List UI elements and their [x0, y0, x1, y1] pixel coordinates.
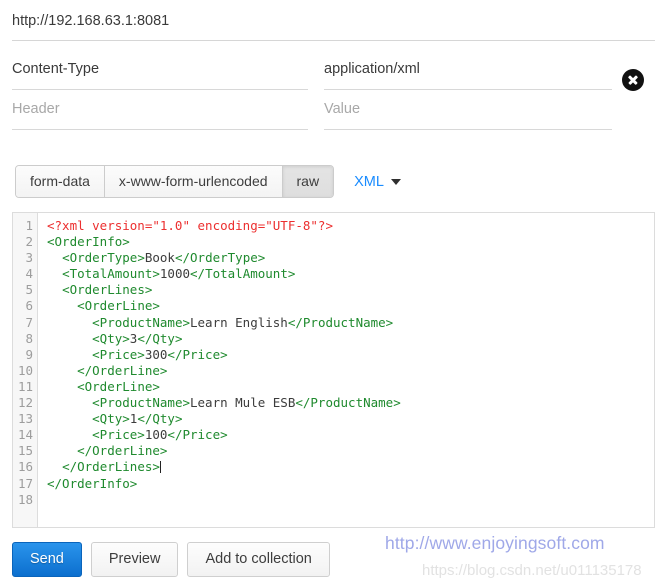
body-type-toolbar: form-data x-www-form-urlencoded raw XML [15, 165, 401, 198]
code-line: <?xml version="1.0" encoding="UTF-8"?> [47, 218, 654, 234]
code-line: <OrderLines> [47, 282, 654, 298]
close-circle-icon[interactable] [622, 69, 644, 91]
line-number: 3 [13, 250, 33, 266]
url-bar[interactable]: http://192.168.63.1:8081 [12, 8, 655, 38]
language-dropdown[interactable]: XML [354, 174, 401, 190]
url-divider [12, 40, 655, 41]
url-input-value[interactable]: http://192.168.63.1:8081 [12, 8, 655, 34]
line-number: 11 [13, 379, 33, 395]
code-line: </OrderLine> [47, 363, 654, 379]
code-line: <Qty>3</Qty> [47, 331, 654, 347]
header-value-field-1[interactable]: application/xml [324, 52, 612, 90]
code-line: <OrderInfo> [47, 234, 654, 250]
send-button[interactable]: Send [12, 542, 82, 577]
editor-gutter: 123456789101112131415161718 [13, 213, 38, 527]
code-line: <ProductName>Learn English</ProductName> [47, 315, 654, 331]
line-number: 1 [13, 218, 33, 234]
line-number: 2 [13, 234, 33, 250]
line-number: 8 [13, 331, 33, 347]
code-line: <TotalAmount>1000</TotalAmount> [47, 266, 654, 282]
code-line: </OrderLines> [47, 459, 654, 475]
code-line: <OrderLine> [47, 379, 654, 395]
code-line: <Price>300</Price> [47, 347, 654, 363]
line-number: 18 [13, 492, 33, 508]
tab-raw[interactable]: raw [283, 166, 334, 197]
tab-x-www-form-urlencoded[interactable]: x-www-form-urlencoded [105, 166, 283, 197]
text-cursor [160, 461, 161, 473]
header-row-2: Header Value [12, 92, 655, 132]
watermark-primary: http://www.enjoyingsoft.com [385, 533, 605, 554]
line-number: 4 [13, 266, 33, 282]
line-number: 12 [13, 395, 33, 411]
code-line: <OrderType>Book</OrderType> [47, 250, 654, 266]
line-number: 17 [13, 476, 33, 492]
line-number: 14 [13, 427, 33, 443]
code-line: </OrderLine> [47, 443, 654, 459]
line-number: 15 [13, 443, 33, 459]
watermark-secondary: https://blog.csdn.net/u011135178 [422, 562, 642, 579]
line-number: 7 [13, 315, 33, 331]
editor-code-area[interactable]: <?xml version="1.0" encoding="UTF-8"?><O… [38, 213, 654, 527]
code-line [47, 492, 654, 508]
header-key-field-1[interactable]: Content-Type [12, 52, 308, 90]
preview-button[interactable]: Preview [91, 542, 179, 577]
headers-table: Content-Type application/xml Header Valu… [12, 52, 655, 132]
action-buttons: Send Preview Add to collection [12, 542, 339, 577]
tab-form-data[interactable]: form-data [16, 166, 105, 197]
line-number: 9 [13, 347, 33, 363]
header-row-1: Content-Type application/xml [12, 52, 655, 92]
code-line: <Qty>1</Qty> [47, 411, 654, 427]
header-key-value-1: Content-Type [12, 59, 308, 79]
code-editor[interactable]: 123456789101112131415161718 <?xml versio… [12, 212, 655, 528]
header-value-placeholder-2: Value [324, 99, 612, 119]
code-line: <ProductName>Learn Mule ESB</ProductName… [47, 395, 654, 411]
line-number: 5 [13, 282, 33, 298]
header-key-placeholder-2: Header [12, 99, 308, 119]
code-line: <Price>100</Price> [47, 427, 654, 443]
header-value-value-1: application/xml [324, 59, 612, 79]
code-line: <OrderLine> [47, 298, 654, 314]
chevron-down-icon [391, 179, 401, 185]
add-to-collection-button[interactable]: Add to collection [187, 542, 329, 577]
line-number: 10 [13, 363, 33, 379]
line-number: 6 [13, 298, 33, 314]
code-line: </OrderInfo> [47, 476, 654, 492]
header-value-field-2[interactable]: Value [324, 92, 612, 130]
line-number: 13 [13, 411, 33, 427]
body-type-tab-group: form-data x-www-form-urlencoded raw [15, 165, 334, 198]
header-key-field-2[interactable]: Header [12, 92, 308, 130]
language-dropdown-label: XML [354, 174, 384, 190]
line-number: 16 [13, 459, 33, 475]
